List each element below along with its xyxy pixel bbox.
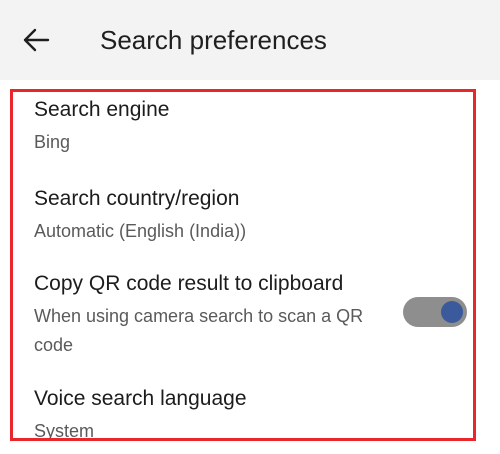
back-button[interactable]	[16, 20, 56, 60]
pref-title-search-country-region: Search country/region	[34, 187, 240, 210]
pref-voice-search-language[interactable]: Voice search language System	[34, 385, 480, 446]
app-bar: Search preferences	[0, 0, 500, 80]
copy-qr-code-toggle[interactable]	[403, 297, 467, 327]
pref-search-country-region[interactable]: Search country/region Automatic (English…	[34, 185, 480, 246]
pref-description-copy-qr-code: When using camera search to scan a QR co…	[34, 306, 364, 355]
pref-value-search-engine: Bing	[34, 132, 71, 152]
pref-value-search-country-region: Automatic (English (India))	[34, 221, 247, 241]
pref-value-voice-search-language: System	[34, 421, 95, 441]
toggle-knob	[441, 301, 463, 323]
pref-title-voice-search-language: Voice search language	[34, 387, 247, 410]
pref-search-engine[interactable]: Search engine Bing	[34, 96, 480, 157]
pref-title-search-engine: Search engine	[34, 98, 170, 121]
arrow-left-icon	[23, 28, 50, 52]
page-title: Search preferences	[100, 25, 327, 55]
pref-title-copy-qr-code: Copy QR code result to clipboard	[34, 272, 344, 295]
